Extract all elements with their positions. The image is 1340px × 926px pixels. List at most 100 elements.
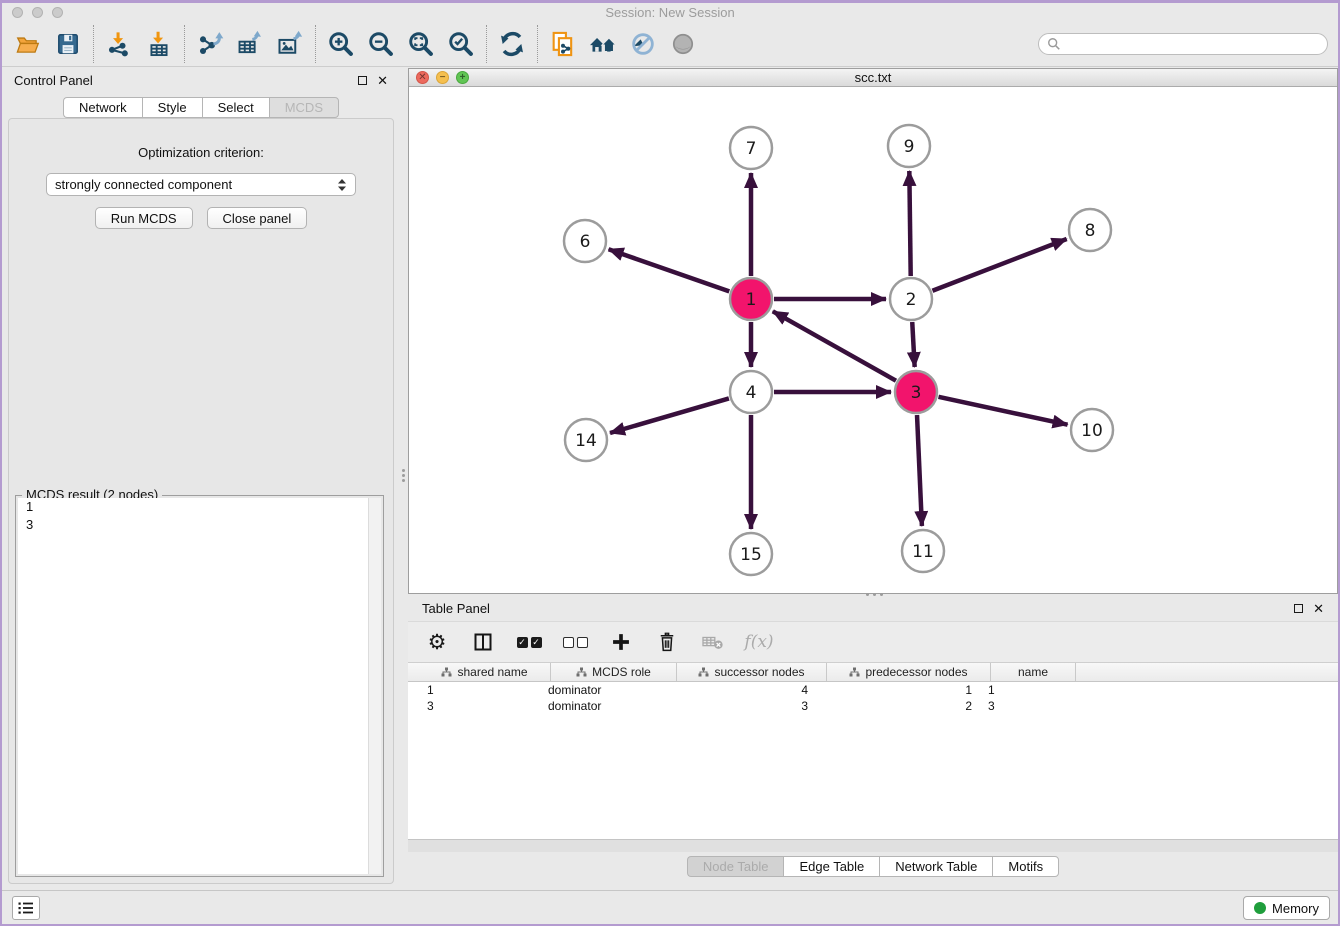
style-toggle-button[interactable] xyxy=(623,25,663,63)
unchecked-box-icon xyxy=(577,637,588,648)
tab-network-table[interactable]: Network Table xyxy=(879,856,992,877)
graph-edge-2-3[interactable] xyxy=(912,322,914,367)
result-item: 1 xyxy=(18,498,381,516)
export-table-button[interactable] xyxy=(230,25,270,63)
graph-edge-2-8[interactable] xyxy=(932,239,1066,291)
table-row[interactable]: 1 dominator 4 1 1 xyxy=(408,682,1338,698)
tab-node-table[interactable]: Node Table xyxy=(687,856,784,877)
network-window-titlebar[interactable]: ✕ − + scc.txt xyxy=(409,69,1337,87)
select-all-button[interactable]: ✓ ✓ xyxy=(516,629,542,655)
export-image-button[interactable] xyxy=(270,25,310,63)
import-network-button[interactable] xyxy=(99,25,139,63)
zoom-fit-selected-button[interactable] xyxy=(441,25,481,63)
delete-button[interactable] xyxy=(654,629,680,655)
float-panel-icon[interactable] xyxy=(358,76,367,85)
column-header-name[interactable]: name xyxy=(991,663,1076,681)
graph-svg: 1234678910111415 xyxy=(409,88,1337,593)
cell-mcds-role[interactable]: dominator xyxy=(540,683,666,697)
criterion-dropdown[interactable]: strongly connected component xyxy=(46,173,356,196)
tab-select[interactable]: Select xyxy=(202,97,269,118)
graph-edge-3-1[interactable] xyxy=(773,311,896,380)
plus-icon xyxy=(611,632,631,652)
clone-network-button[interactable] xyxy=(543,25,583,63)
cell-successor-nodes[interactable]: 3 xyxy=(666,699,816,713)
column-header-successor-nodes[interactable]: successor nodes xyxy=(677,663,827,681)
graph-node-label-3: 3 xyxy=(911,383,922,403)
memory-status-icon xyxy=(1254,902,1266,914)
network-maximize-icon[interactable]: + xyxy=(456,71,469,84)
tab-edge-table[interactable]: Edge Table xyxy=(783,856,879,877)
add-button[interactable] xyxy=(608,629,634,655)
graph-node-label-7: 7 xyxy=(746,139,757,159)
cell-name[interactable]: 3 xyxy=(980,699,1065,713)
graph-edge-2-9[interactable] xyxy=(909,171,910,276)
network-close-icon[interactable]: ✕ xyxy=(416,71,429,84)
close-panel-button[interactable]: Close panel xyxy=(207,207,308,229)
clone-network-icon xyxy=(549,30,577,58)
graph-node-label-15: 15 xyxy=(740,545,762,565)
apply-layout-button[interactable] xyxy=(492,25,532,63)
zoom-in-button[interactable] xyxy=(321,25,361,63)
cell-shared-name[interactable]: 1 xyxy=(408,683,540,697)
table-settings-button[interactable]: ⚙ xyxy=(424,629,450,655)
column-header-predecessor-nodes[interactable]: predecessor nodes xyxy=(827,663,991,681)
float-table-panel-icon[interactable] xyxy=(1294,604,1303,613)
memory-button[interactable]: Memory xyxy=(1243,896,1330,920)
search-input[interactable] xyxy=(1061,37,1319,52)
column-header-shared-name[interactable]: shared name xyxy=(419,663,551,681)
table-row[interactable]: 3 dominator 3 2 3 xyxy=(408,698,1338,714)
memory-label: Memory xyxy=(1272,901,1319,916)
close-table-panel-icon[interactable]: ✕ xyxy=(1313,604,1324,613)
mcds-panel: Optimization criterion: strongly connect… xyxy=(8,118,394,884)
show-columns-button[interactable] xyxy=(470,629,496,655)
main-toolbar xyxy=(2,22,1338,67)
deselect-all-button[interactable] xyxy=(562,629,588,655)
network-minimize-icon[interactable]: − xyxy=(436,71,449,84)
tab-style[interactable]: Style xyxy=(142,97,202,118)
cell-shared-name[interactable]: 3 xyxy=(408,699,540,713)
status-bar: Memory xyxy=(2,890,1338,924)
toolbar-separator xyxy=(315,25,316,63)
delete-table-icon xyxy=(701,632,725,652)
graph-edge-1-6[interactable] xyxy=(609,249,730,291)
close-panel-icon[interactable]: ✕ xyxy=(377,76,388,85)
cell-predecessor-nodes[interactable]: 1 xyxy=(816,683,980,697)
export-network-button[interactable] xyxy=(190,25,230,63)
cell-mcds-role[interactable]: dominator xyxy=(540,699,666,713)
tab-network[interactable]: Network xyxy=(63,97,142,118)
result-item: 3 xyxy=(18,516,381,534)
graph-edge-4-14[interactable] xyxy=(610,398,729,433)
graph-node-label-14: 14 xyxy=(575,431,597,451)
graph-node-label-8: 8 xyxy=(1085,221,1096,241)
result-scrollbar[interactable] xyxy=(368,498,381,874)
graph-edge-3-10[interactable] xyxy=(938,397,1067,425)
hierarchy-icon xyxy=(441,667,452,678)
cell-predecessor-nodes[interactable]: 2 xyxy=(816,699,980,713)
import-table-button[interactable] xyxy=(139,25,179,63)
run-mcds-button[interactable]: Run MCDS xyxy=(95,207,193,229)
hierarchy-icon xyxy=(698,667,709,678)
search-box[interactable] xyxy=(1038,33,1328,55)
task-history-button[interactable] xyxy=(12,896,40,920)
tab-motifs[interactable]: Motifs xyxy=(992,856,1059,877)
toolbar-separator xyxy=(184,25,185,63)
zoom-out-button[interactable] xyxy=(361,25,401,63)
cell-successor-nodes[interactable]: 4 xyxy=(666,683,816,697)
checked-box-icon: ✓ xyxy=(531,637,542,648)
first-neighbors-button[interactable] xyxy=(583,25,623,63)
zoom-fit-content-button[interactable] xyxy=(401,25,441,63)
hierarchy-icon xyxy=(576,667,587,678)
import-table-icon xyxy=(145,30,173,58)
splitter-handle-icon xyxy=(402,467,405,484)
toolbar-separator xyxy=(93,25,94,63)
vertical-splitter[interactable] xyxy=(400,67,408,890)
graphics-details-button[interactable] xyxy=(663,25,703,63)
network-canvas[interactable]: 1234678910111415 xyxy=(409,88,1337,593)
cell-name[interactable]: 1 xyxy=(980,683,1065,697)
graph-edge-3-11[interactable] xyxy=(917,415,922,526)
save-session-button[interactable] xyxy=(48,25,88,63)
column-header-mcds-role[interactable]: MCDS role xyxy=(551,663,677,681)
list-icon xyxy=(18,901,34,915)
tab-mcds[interactable]: MCDS xyxy=(269,97,339,118)
open-session-button[interactable] xyxy=(8,25,48,63)
